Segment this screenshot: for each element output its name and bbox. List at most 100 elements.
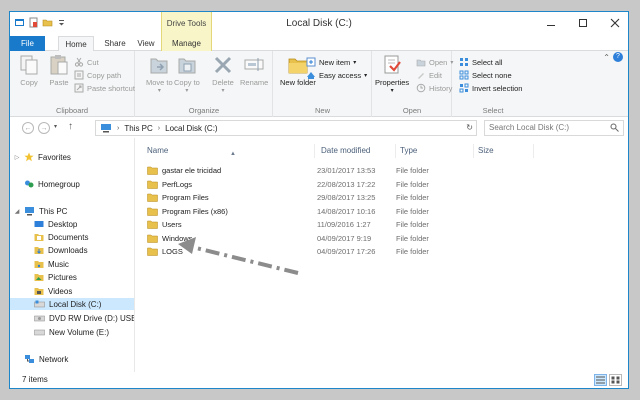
- move-to-button[interactable]: Move to ▾: [146, 54, 173, 96]
- copy-to-button[interactable]: Copy to ▾: [174, 54, 200, 96]
- breadcrumb-local-disk[interactable]: Local Disk (C:): [165, 124, 217, 133]
- file-name-cell: LOGS: [147, 245, 183, 258]
- column-header-type[interactable]: Type: [396, 144, 474, 158]
- nav-pictures[interactable]: Pictures: [34, 271, 77, 283]
- column-header-size[interactable]: Size: [474, 144, 534, 158]
- ribbon: Copy Paste Cut Copy path Paste shortcut …: [10, 51, 628, 117]
- nav-this-pc[interactable]: ◢ This PC: [14, 205, 67, 217]
- file-row[interactable]: Users 11/09/2016 1:27 File folder: [143, 218, 527, 231]
- tab-view[interactable]: View: [133, 36, 159, 51]
- up-arrow-icon[interactable]: ↑: [68, 121, 73, 132]
- explorer-window: Drive Tools Local Disk (C:) File Home Sh…: [9, 11, 629, 389]
- history-label: History: [429, 83, 453, 93]
- title-bar: Drive Tools Local Disk (C:): [10, 12, 628, 36]
- details-view-icon[interactable]: [594, 374, 607, 386]
- copy-button[interactable]: Copy: [18, 54, 40, 87]
- folder-icon: [147, 166, 158, 175]
- drive-icon: [34, 300, 45, 307]
- nav-label: Network: [39, 354, 69, 364]
- invert-selection-button[interactable]: Invert selection: [459, 82, 522, 94]
- nav-documents[interactable]: Documents: [34, 231, 88, 243]
- refresh-icon[interactable]: ↻: [466, 123, 473, 132]
- pane-splitter[interactable]: [134, 138, 135, 372]
- file-type: File folder: [396, 166, 429, 175]
- delete-dropdown-icon: ▾: [221, 88, 225, 94]
- rename-label: Rename: [240, 78, 269, 87]
- close-icon[interactable]: [606, 15, 624, 31]
- column-header-name[interactable]: Name ▲: [143, 144, 315, 158]
- file-date: 22/08/2013 17:22: [317, 179, 376, 189]
- forward-button-icon[interactable]: →: [38, 122, 50, 134]
- file-row[interactable]: Program Files (x86) 14/08/2017 10:16 File …: [143, 205, 527, 218]
- minimize-icon[interactable]: [542, 15, 560, 31]
- nav-favorites[interactable]: ▷ Favorites: [14, 151, 71, 163]
- copy-path-icon: [74, 70, 84, 80]
- open-button[interactable]: Open ▾: [416, 56, 453, 68]
- nav-downloads[interactable]: Downloads: [34, 244, 88, 256]
- select-all-icon: [460, 58, 468, 66]
- back-button-icon[interactable]: ←: [22, 122, 34, 134]
- tab-share[interactable]: Share: [98, 36, 132, 51]
- star-icon: [24, 152, 34, 162]
- file-row[interactable]: gastar ele tricidad 23/01/2017 13:53 File …: [143, 164, 527, 177]
- file-row[interactable]: PerfLogs 22/08/2013 17:22 File folder: [143, 178, 527, 191]
- copy-path-button[interactable]: Copy path: [74, 69, 121, 81]
- cut-label: Cut: [87, 57, 99, 67]
- address-bar[interactable]: › This PC › Local Disk (C:) ↻: [95, 120, 477, 136]
- nav-homegroup[interactable]: Homegroup: [24, 178, 80, 190]
- column-header-date[interactable]: Date modified: [317, 144, 396, 158]
- paste-button[interactable]: Paste: [48, 54, 70, 87]
- help-icon[interactable]: ?: [613, 52, 623, 62]
- large-icons-view-icon[interactable]: [609, 374, 622, 386]
- select-all-button[interactable]: Select all: [459, 56, 502, 68]
- new-item-button[interactable]: New item ▾: [306, 56, 356, 68]
- easy-access-button[interactable]: Easy access ▾: [306, 69, 367, 81]
- file-row[interactable]: Program Files 29/08/2017 13:25 File folder: [143, 191, 527, 204]
- delete-label: Delete: [212, 78, 234, 87]
- paste-shortcut-button[interactable]: Paste shortcut: [74, 82, 135, 94]
- organize-group: Move to ▾ Copy to ▾ Delete ▾ Rename Orga…: [136, 51, 273, 117]
- view-switcher: [594, 374, 622, 386]
- collapse-icon[interactable]: ◢: [14, 208, 20, 215]
- tab-file[interactable]: File: [10, 36, 45, 51]
- breadcrumb-this-pc[interactable]: This PC: [124, 124, 152, 133]
- nav-videos[interactable]: Videos: [34, 285, 72, 297]
- nav-label: Documents: [48, 232, 89, 242]
- customize-qat-icon[interactable]: [56, 17, 67, 28]
- system-menu-icon[interactable]: [14, 17, 25, 28]
- drive-tools-context-header: Drive Tools: [161, 12, 212, 36]
- new-item-icon: [306, 57, 316, 67]
- history-icon: [416, 83, 426, 93]
- tab-manage[interactable]: Manage: [161, 36, 212, 51]
- nav-label: Videos: [48, 286, 73, 296]
- properties-qat-icon[interactable]: [28, 17, 39, 28]
- breadcrumb-separator-icon: ›: [157, 124, 161, 132]
- search-input[interactable]: Search Local Disk (C:): [484, 120, 624, 136]
- nav-music[interactable]: Music: [34, 258, 69, 270]
- file-row[interactable]: LOGS 04/09/2017 17:26 File folder: [143, 245, 527, 258]
- new-folder-qat-icon[interactable]: [42, 17, 53, 28]
- file-row[interactable]: Windows 04/09/2017 9:19 File folder: [143, 232, 527, 245]
- cut-button[interactable]: Cut: [74, 56, 99, 68]
- music-icon: [34, 261, 44, 268]
- recent-locations-icon[interactable]: ▾: [54, 123, 57, 130]
- nav-desktop[interactable]: Desktop: [34, 218, 77, 230]
- easy-access-dropdown-icon: ▾: [364, 72, 368, 79]
- expand-icon[interactable]: ▷: [14, 154, 20, 161]
- nav-new-volume[interactable]: New Volume (E:): [34, 326, 109, 338]
- file-name-cell: gastar ele tricidad: [147, 164, 221, 177]
- rename-button[interactable]: Rename: [240, 54, 268, 87]
- properties-button[interactable]: Properties ▾: [375, 54, 409, 96]
- nav-network[interactable]: Network: [24, 353, 68, 365]
- move-to-label: Move to: [146, 78, 173, 87]
- folder-icon: [147, 234, 158, 243]
- edit-button[interactable]: Edit: [416, 69, 442, 81]
- nav-local-disk[interactable]: Local Disk (C:): [10, 298, 134, 310]
- nav-dvd-drive[interactable]: DVD RW Drive (D:) USB A: [34, 312, 134, 324]
- delete-button[interactable]: Delete ▾: [212, 54, 234, 96]
- maximize-icon[interactable]: [574, 15, 592, 31]
- select-none-button[interactable]: Select none: [459, 69, 512, 81]
- collapse-ribbon-icon[interactable]: ⌃: [603, 53, 610, 62]
- history-button[interactable]: History: [416, 82, 452, 94]
- tab-home[interactable]: Home: [58, 36, 94, 52]
